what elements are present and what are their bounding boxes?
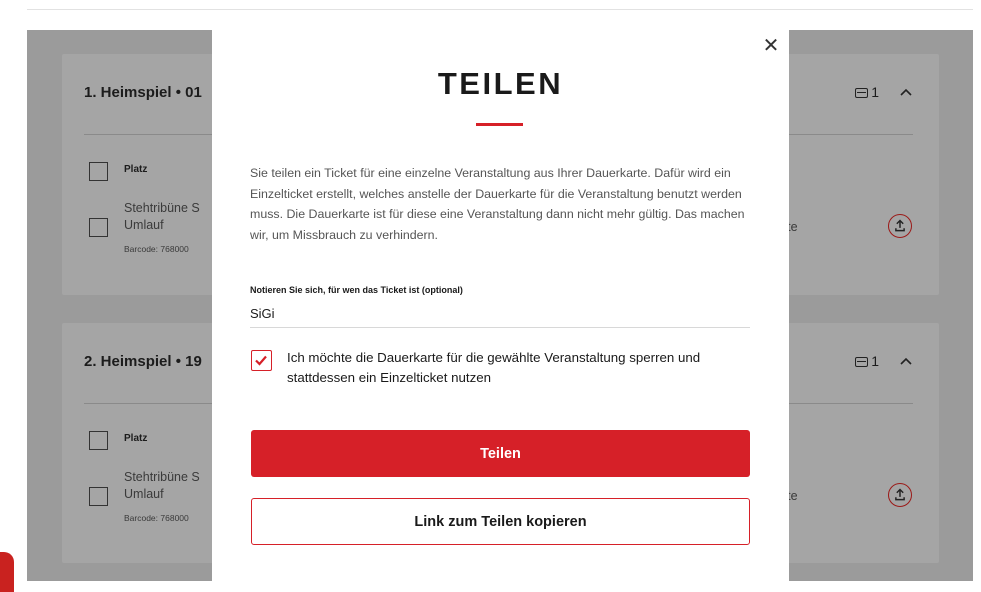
title-underline [476, 123, 523, 126]
event-card-title: 1. Heimspiel • 01 [84, 84, 202, 101]
modal-description: Sie teilen ein Ticket für eine einzelne … [250, 166, 745, 242]
ticket-count: 1 [855, 84, 879, 100]
note-field-label: Notieren Sie sich, für wen das Ticket is… [250, 285, 463, 295]
share-upload-icon[interactable] [888, 483, 912, 507]
block-season-ticket-checkbox[interactable] [251, 350, 272, 371]
top-border [0, 0, 981, 10]
ticket-checkbox[interactable] [89, 487, 108, 506]
column-header-platz: Platz [124, 164, 148, 175]
ticket-count: 1 [855, 353, 879, 369]
chevron-up-icon[interactable] [897, 353, 915, 371]
barcode-text: Barcode: 768000 [124, 513, 189, 523]
left-margin [0, 9, 27, 592]
ticket-count-value: 1 [871, 84, 879, 100]
modal-title: TEILEN [437, 66, 564, 101]
right-margin [973, 9, 981, 592]
event-card-title: 2. Heimspiel • 19 [84, 353, 202, 370]
seat-info: Stehtribüne S Umlauf [124, 469, 200, 503]
share-modal: TEILEN Sie teilen ein Ticket für eine ei… [212, 30, 789, 581]
brand-accent-corner [0, 552, 14, 592]
select-all-checkbox[interactable] [89, 162, 108, 181]
ticket-icon [855, 357, 869, 368]
ticket-count-value: 1 [871, 353, 879, 369]
chevron-up-icon[interactable] [897, 84, 915, 102]
seat-line-2: Umlauf [124, 487, 164, 501]
seat-line-2: Umlauf [124, 218, 164, 232]
checkbox-label[interactable]: Ich möchte die Dauerkarte für die gewähl… [287, 348, 767, 388]
seat-info: Stehtribüne S Umlauf [124, 200, 200, 234]
share-upload-icon[interactable] [888, 214, 912, 238]
column-header-platz: Platz [124, 433, 148, 444]
note-input[interactable] [250, 300, 750, 328]
select-all-checkbox[interactable] [89, 431, 108, 450]
seat-line-1: Stehtribüne S [124, 201, 200, 215]
ticket-icon [855, 88, 869, 99]
seat-line-1: Stehtribüne S [124, 470, 200, 484]
copy-share-link-button[interactable]: Link zum Teilen kopieren [251, 498, 750, 545]
checkmark-icon [255, 355, 267, 366]
close-icon[interactable]: ✕ [762, 36, 780, 56]
barcode-text: Barcode: 768000 [124, 244, 189, 254]
share-button[interactable]: Teilen [251, 430, 750, 477]
ticket-checkbox[interactable] [89, 218, 108, 237]
